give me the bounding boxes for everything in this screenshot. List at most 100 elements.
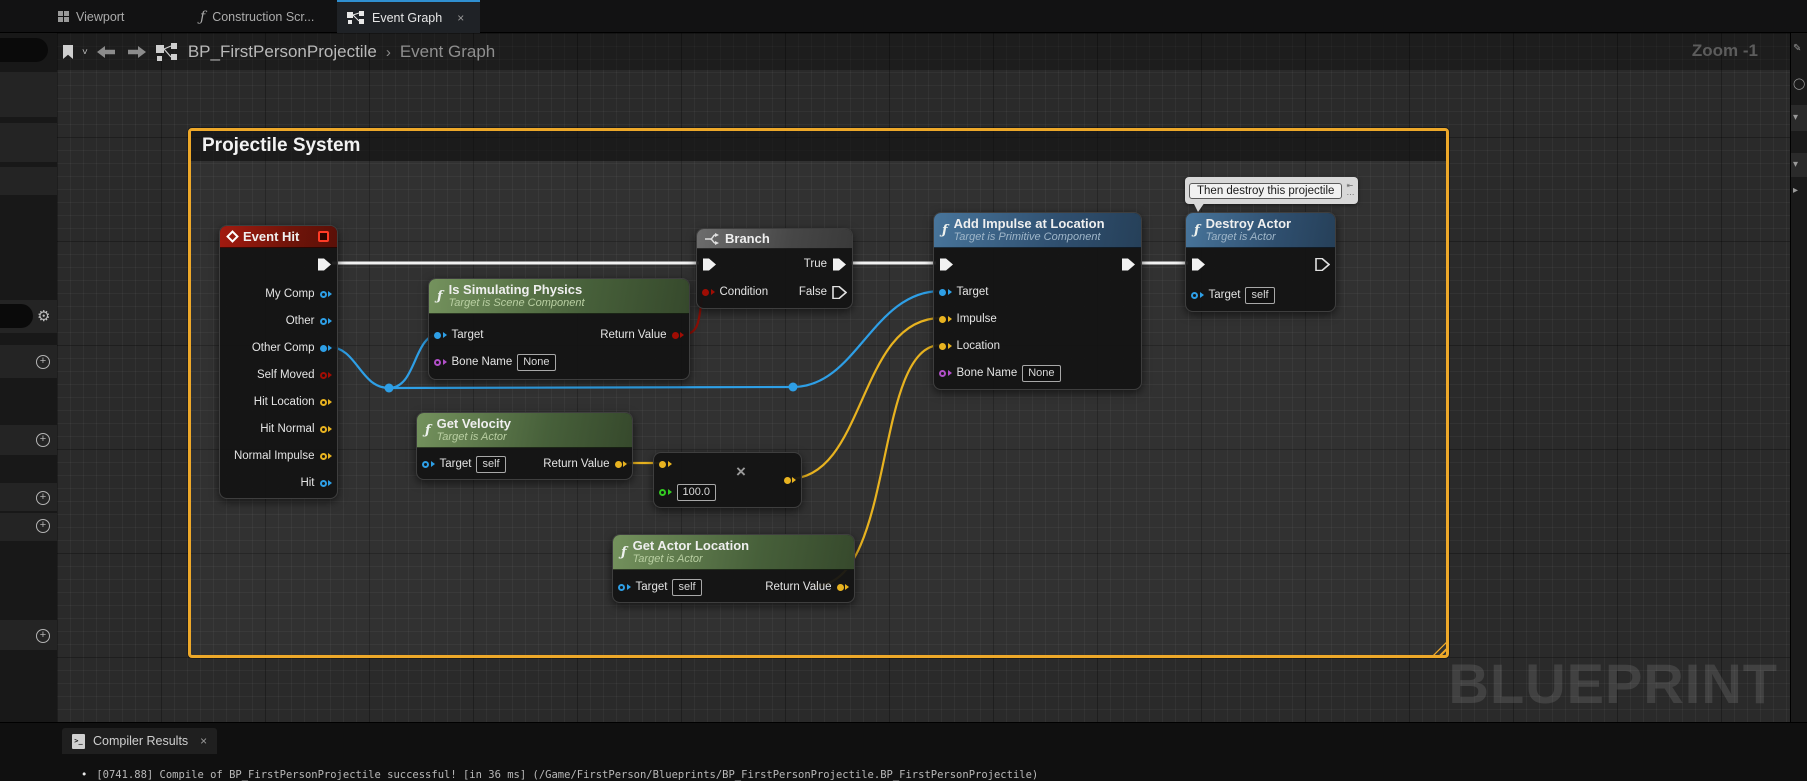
pin-row-exec-in[interactable] [702,253,717,275]
pin-row-exec-out[interactable] [1315,253,1330,275]
target-self-input[interactable]: self [1245,286,1275,304]
pin-row-other[interactable]: Other [286,310,332,332]
tab-event-graph[interactable]: Event Graph × [337,0,480,33]
struct-pin-icon[interactable] [319,479,332,487]
pin-row-exec-out[interactable] [317,253,332,275]
pin-row-location[interactable]: Location [939,335,1000,357]
vector-pin-icon[interactable] [319,398,332,406]
vector-pin-icon[interactable] [783,476,796,484]
bubble-controls[interactable]: ⇤ ⋯ [1346,182,1354,199]
bool-pin-icon[interactable] [702,288,715,296]
pin-row-my-comp[interactable]: My Comp [265,283,332,305]
sidebar-row[interactable] [0,167,57,195]
pin-row-target[interactable]: Target self [618,576,702,598]
pin-row-true[interactable]: True [804,253,847,275]
exec-pin-icon[interactable] [317,258,332,271]
more-icon[interactable]: ⋯ [1346,191,1354,199]
plus-circle-icon[interactable]: + [36,433,50,447]
pin-row-return-value[interactable]: Return Value [600,324,684,346]
target-self-input[interactable]: self [672,578,702,596]
name-pin-icon[interactable] [434,358,447,366]
pin-row-return-value[interactable]: Return Value [543,453,627,475]
sidebar-row[interactable] [0,72,57,117]
exec-pin-icon[interactable] [1191,258,1206,271]
vector-pin-icon[interactable] [319,452,332,460]
comment-resize-handle[interactable] [1432,641,1447,656]
object-pin-icon[interactable] [939,288,952,296]
pin-row-float-input[interactable]: 100.0 [659,481,717,503]
chevron-down-icon[interactable]: ▾ [1793,159,1798,170]
pin-row-target[interactable]: Target self [1191,284,1275,306]
node-multiply[interactable]: × 100.0 [653,452,802,508]
pin-row-hit-normal[interactable]: Hit Normal [260,418,332,440]
target-self-input[interactable]: self [476,455,506,473]
tab-compiler-results[interactable]: >_ Compiler Results × [62,728,218,754]
back-arrow-icon[interactable] [96,46,117,58]
exec-pin-icon[interactable] [1315,257,1330,271]
node-header[interactable]: ƒ Get Actor Location Target is Actor [613,535,854,570]
node-header[interactable]: ƒ Get Velocity Target is Actor [417,413,632,448]
exec-pin-icon[interactable] [702,258,717,271]
tab-construction-script[interactable]: ƒ Construction Scr... [190,0,324,33]
node-branch[interactable]: Branch True Condition False [696,228,853,309]
object-pin-icon[interactable] [319,317,332,325]
sidebar-search-pill[interactable] [0,38,48,62]
close-icon[interactable]: × [457,11,464,25]
object-pin-icon[interactable] [1191,291,1204,299]
node-header[interactable]: Branch [697,229,852,249]
exec-pin-icon[interactable] [832,258,847,271]
pin-row-vector-input[interactable] [659,453,672,475]
pin-row-bone-name[interactable]: Bone Name None [434,351,556,373]
forward-arrow-icon[interactable] [126,46,146,58]
chevron-down-icon[interactable]: ˅ [82,47,88,58]
pin-row-self-moved[interactable]: Self Moved [257,364,332,386]
pin-row-return-value[interactable]: Return Value [765,576,849,598]
plus-circle-icon[interactable]: + [36,519,50,533]
pin-row-condition[interactable]: Condition [702,281,768,303]
plus-circle-icon[interactable]: + [36,491,50,505]
gear-icon[interactable]: ⚙ [37,309,50,324]
plus-circle-icon[interactable]: + [36,629,50,643]
plus-circle-icon[interactable]: + [36,355,50,369]
close-icon[interactable]: × [200,734,207,748]
bone-name-input[interactable]: None [517,353,556,371]
node-destroy-actor[interactable]: ƒ Destroy Actor Target is Actor Target s… [1185,212,1336,312]
pin-row-exec-in[interactable] [939,253,954,275]
node-event-hit[interactable]: Event Hit My Comp Other Other Comp Self … [219,225,338,499]
node-get-actor-location[interactable]: ƒ Get Actor Location Target is Actor Tar… [612,534,855,603]
delegate-pin[interactable] [318,231,329,242]
breadcrumb-current[interactable]: Event Graph [400,42,495,62]
play-icon[interactable]: ▸ [1793,185,1798,196]
object-pin-icon[interactable] [422,460,435,468]
exec-pin-icon[interactable] [939,258,954,271]
pin-row-other-comp[interactable]: Other Comp [252,337,332,359]
vector-pin-icon[interactable] [319,425,332,433]
name-pin-icon[interactable] [939,369,952,377]
exec-pin-icon[interactable] [1121,258,1136,271]
node-add-impulse-at-location[interactable]: ƒ Add Impulse at Location Target is Prim… [933,212,1142,390]
pin-row-result[interactable] [783,469,796,491]
event-graph-canvas[interactable]: ˅ BP_FirstPersonProjectile › Event Graph… [57,33,1790,722]
vector-pin-icon[interactable] [659,460,672,468]
pin-row-impulse[interactable]: Impulse [939,308,997,330]
object-pin-icon[interactable] [434,331,447,339]
vector-pin-icon[interactable] [614,460,627,468]
pin-row-bone-name[interactable]: Bone Name None [939,362,1061,384]
vector-pin-icon[interactable] [836,583,849,591]
node-header[interactable]: ƒ Is Simulating Physics Target is Scene … [429,279,689,314]
edit-icon[interactable]: ✎ [1793,43,1801,54]
object-pin-icon[interactable] [618,583,631,591]
float-pin-icon[interactable] [659,488,672,496]
node-header[interactable]: ƒ Add Impulse at Location Target is Prim… [934,213,1141,248]
sidebar-row[interactable] [0,123,57,162]
tab-viewport[interactable]: Viewport [48,0,134,33]
node-event-hit-header[interactable]: Event Hit [220,226,337,248]
node-comment-bubble[interactable]: Then destroy this projectile ⇤ ⋯ [1185,177,1359,204]
vector-pin-icon[interactable] [939,342,952,350]
pin-row-target[interactable]: Target [939,281,988,303]
pin-row-hit[interactable]: Hit [300,472,332,494]
pin-row-hit-location[interactable]: Hit Location [254,391,332,413]
exec-pin-icon[interactable] [832,285,847,299]
pin-row-target[interactable]: Target [434,324,483,346]
bubble-text[interactable]: Then destroy this projectile [1189,182,1343,199]
